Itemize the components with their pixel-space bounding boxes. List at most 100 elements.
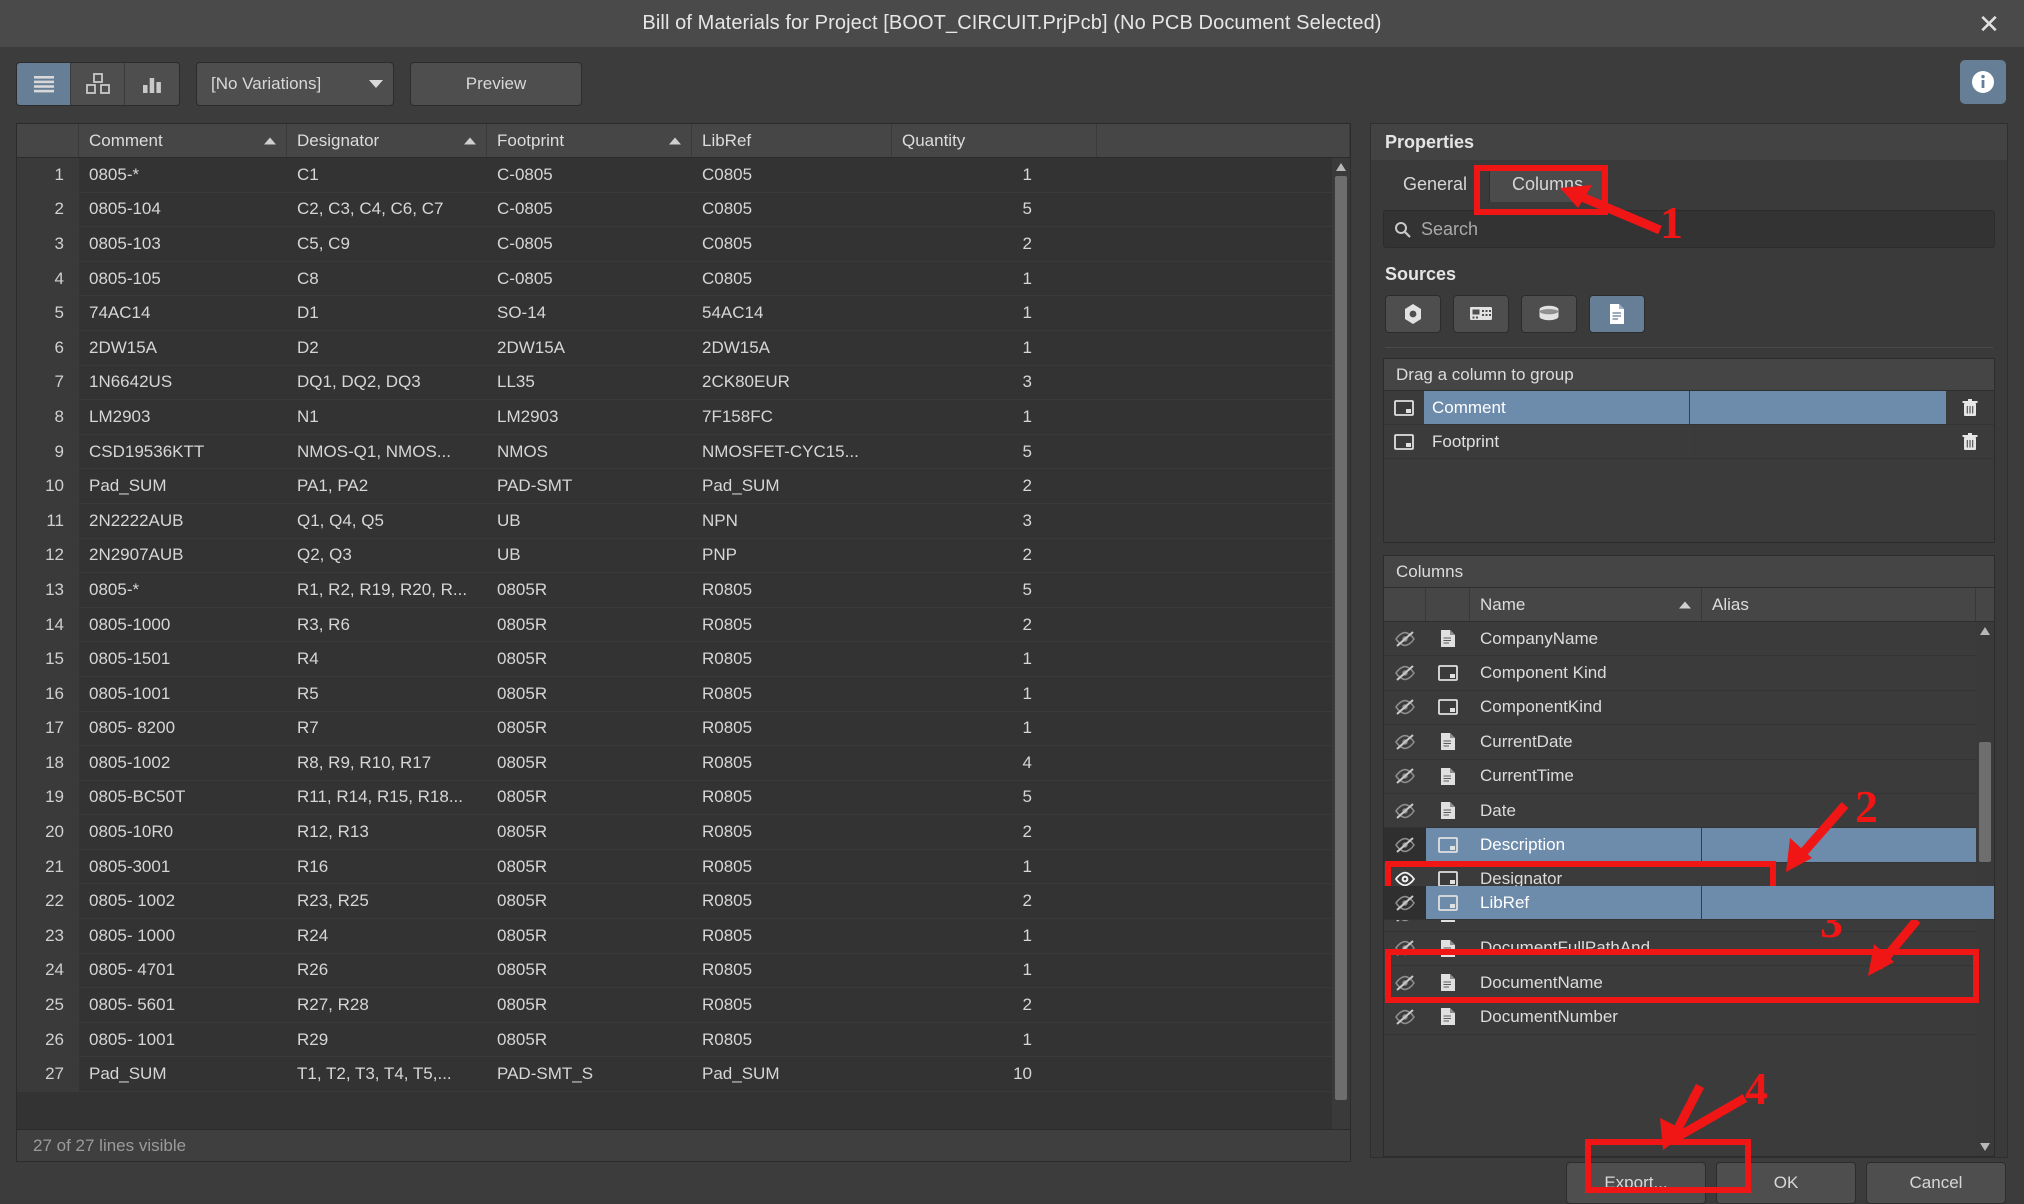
group-row[interactable]: Footprint: [1384, 425, 1994, 459]
grid-header-designator[interactable]: Designator: [287, 124, 487, 157]
cancel-button[interactable]: Cancel: [1866, 1162, 2006, 1204]
column-row-alias[interactable]: [1702, 932, 1994, 965]
eye-hidden-icon[interactable]: [1384, 656, 1426, 689]
column-row-alias[interactable]: [1702, 691, 1994, 724]
table-row[interactable]: 21 0805-3001 R16 0805R R0805 1: [17, 849, 1350, 885]
eye-hidden-icon[interactable]: [1384, 966, 1426, 999]
source-database-button[interactable]: [1521, 295, 1577, 333]
table-row[interactable]: 25 0805- 5601 R27, R28 0805R R0805 2: [17, 988, 1350, 1023]
table-row[interactable]: 8 LM2903 N1 LM2903 7F158FC 1: [17, 400, 1350, 435]
column-row-alias[interactable]: [1702, 656, 1994, 689]
search-input[interactable]: Search: [1383, 210, 1995, 248]
eye-hidden-icon[interactable]: [1384, 622, 1426, 655]
column-row[interactable]: DocumentFullPathAnd...: [1384, 931, 1994, 966]
delete-group-button[interactable]: [1946, 398, 1994, 418]
view-mode-chart-button[interactable]: [125, 63, 179, 105]
column-row[interactable]: DocumentName: [1384, 965, 1994, 1001]
eye-hidden-icon[interactable]: [1384, 828, 1426, 862]
table-row[interactable]: 16 0805-1001 R5 0805R R0805 1: [17, 676, 1350, 712]
table-row[interactable]: 2 0805-104 C2, C3, C4, C6, C7 C-0805 C0805 5: [17, 192, 1350, 228]
column-row-alias[interactable]: [1702, 828, 1994, 862]
table-row[interactable]: 18 0805-1002 R8, R9, R10, R17 0805R R0805 4: [17, 746, 1350, 781]
variation-select[interactable]: [No Variations]: [196, 62, 394, 106]
preview-button[interactable]: Preview: [410, 62, 582, 106]
columns-header-alias[interactable]: Alias: [1702, 588, 1976, 621]
column-row[interactable]: CurrentTime: [1384, 759, 1994, 794]
group-row[interactable]: Comment: [1384, 391, 1994, 425]
column-row[interactable]: CompanyName: [1384, 622, 1994, 657]
table-row[interactable]: 11 2N2222AUB Q1, Q4, Q5 UB NPN 3: [17, 503, 1350, 539]
eye-hidden-icon[interactable]: [1384, 725, 1426, 758]
table-row[interactable]: 6 2DW15A D2 2DW15A 2DW15A 1: [17, 330, 1350, 366]
tab-general[interactable]: General: [1381, 166, 1489, 202]
column-row-alias[interactable]: [1702, 966, 1994, 999]
table-row[interactable]: 20 0805-10R0 R12, R13 0805R R0805 2: [17, 815, 1350, 850]
table-row[interactable]: 17 0805- 8200 R7 0805R R0805 1: [17, 711, 1350, 747]
columns-header-name[interactable]: Name: [1470, 588, 1702, 621]
eye-hidden-icon[interactable]: [1384, 794, 1426, 827]
cell-footprint: 0805R: [497, 614, 548, 634]
cell-footprint: C-0805: [497, 199, 553, 219]
eye-hidden-icon[interactable]: [1384, 760, 1426, 793]
scroll-down-icon[interactable]: [1976, 1138, 1994, 1156]
column-row-alias[interactable]: [1702, 1000, 1994, 1033]
source-document-button[interactable]: [1589, 295, 1645, 333]
column-row-alias[interactable]: [1702, 794, 1994, 827]
grid-header-libref[interactable]: LibRef: [692, 124, 892, 157]
table-row[interactable]: 22 0805- 1002 R23, R25 0805R R0805 2: [17, 884, 1350, 920]
table-row[interactable]: 9 CSD19536KTT NMOS-Q1, NMOS... NMOS NMOSFET-…: [17, 434, 1350, 470]
column-row-alias[interactable]: [1702, 622, 1994, 655]
grid-scroll-thumb[interactable]: [1335, 176, 1347, 1101]
column-row[interactable]: Date: [1384, 793, 1994, 829]
column-row[interactable]: DocumentNumber: [1384, 1000, 1994, 1035]
grid-header-comment[interactable]: Comment: [79, 124, 287, 157]
view-mode-grouped-button[interactable]: [71, 63, 125, 105]
close-icon[interactable]: ✕: [1972, 7, 2006, 41]
scroll-up-icon[interactable]: [1332, 158, 1350, 176]
table-row[interactable]: 10 Pad_SUM PA1, PA2 PAD-SMT Pad_SUM 2: [17, 469, 1350, 504]
eye-hidden-icon[interactable]: [1384, 1000, 1426, 1033]
view-mode-list-button[interactable]: [17, 63, 71, 105]
table-row[interactable]: 7 1N6642US DQ1, DQ2, DQ3 LL35 2CK80EUR 3: [17, 365, 1350, 401]
grid-vertical-scrollbar[interactable]: [1332, 158, 1350, 1157]
column-row[interactable]: Description: [1384, 828, 1994, 863]
table-row[interactable]: 27 Pad_SUM T1, T2, T3, T4, T5,... PAD-SMT_S…: [17, 1057, 1350, 1093]
column-row-alias[interactable]: [1702, 725, 1994, 758]
grid-header-footprint[interactable]: Footprint: [487, 124, 692, 157]
info-button[interactable]: [1960, 60, 2006, 104]
table-row[interactable]: 24 0805- 4701 R26 0805R R0805 1: [17, 953, 1350, 989]
table-row[interactable]: 19 0805-BC50T R11, R14, R15, R18... 0805R R0…: [17, 780, 1350, 816]
table-row[interactable]: 4 0805-105 C8 C-0805 C0805 1: [17, 261, 1350, 297]
column-row[interactable]: ComponentKind: [1384, 690, 1994, 726]
column-row[interactable]: CurrentDate: [1384, 725, 1994, 760]
column-row[interactable]: Component Kind: [1384, 656, 1994, 691]
column-row-alias[interactable]: [1702, 760, 1994, 793]
eye-hidden-icon[interactable]: [1384, 932, 1426, 965]
cell-footprint: 0805R: [497, 995, 548, 1015]
table-row[interactable]: 14 0805-1000 R3, R6 0805R R0805 2: [17, 607, 1350, 643]
table-row[interactable]: 1 0805-* C1 C-0805 C0805 1: [17, 158, 1350, 193]
table-row[interactable]: 26 0805- 1001 R29 0805R R0805 1: [17, 1022, 1350, 1058]
grid-scroll-track[interactable]: [1332, 176, 1350, 1139]
delete-group-button[interactable]: [1946, 432, 1994, 452]
table-row[interactable]: 5 74AC14 D1 SO-14 54AC14 1: [17, 296, 1350, 331]
columns-scroll-thumb[interactable]: [1979, 742, 1991, 862]
group-row-alias[interactable]: [1689, 391, 1946, 424]
tab-columns[interactable]: Columns: [1489, 166, 1607, 202]
eye-hidden-icon[interactable]: [1384, 886, 1426, 920]
eye-hidden-icon[interactable]: [1384, 691, 1426, 724]
ok-button[interactable]: OK: [1716, 1162, 1856, 1204]
grid-header-quantity[interactable]: Quantity: [892, 124, 1097, 157]
scroll-up-icon[interactable]: [1976, 622, 1994, 640]
group-row-alias[interactable]: [1689, 425, 1946, 458]
table-row[interactable]: 13 0805-* R1, R2, R19, R20, R... 0805R R0805…: [17, 573, 1350, 608]
source-pcb-button[interactable]: [1453, 295, 1509, 333]
source-component-button[interactable]: [1385, 295, 1441, 333]
column-row-dragged[interactable]: LibRef: [1384, 886, 1994, 921]
table-row[interactable]: 3 0805-103 C5, C9 C-0805 C0805 2: [17, 227, 1350, 262]
table-row[interactable]: 12 2N2907AUB Q2, Q3 UB PNP 2: [17, 538, 1350, 574]
column-row-alias[interactable]: [1702, 886, 1994, 920]
export-button[interactable]: Export...: [1566, 1162, 1706, 1204]
table-row[interactable]: 23 0805- 1000 R24 0805R R0805 1: [17, 919, 1350, 954]
table-row[interactable]: 15 0805-1501 R4 0805R R0805 1: [17, 642, 1350, 677]
